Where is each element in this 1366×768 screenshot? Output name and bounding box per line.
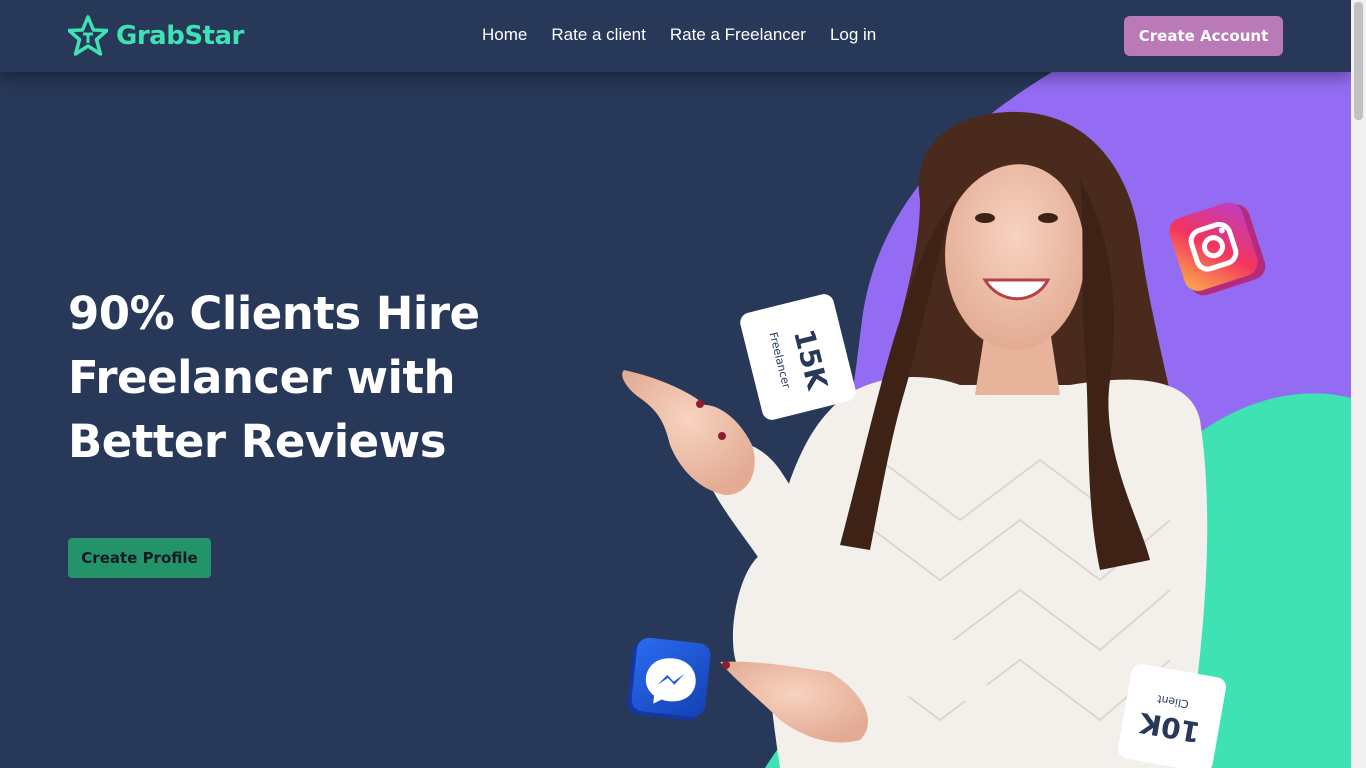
navbar: GrabStar Home Rate a client Rate a Freel… — [0, 0, 1351, 72]
hero-headline: 90% Clients Hire Freelancer with Better … — [68, 282, 588, 474]
create-account-button[interactable]: Create Account — [1124, 16, 1283, 56]
brand-name: GrabStar — [116, 21, 244, 51]
scrollbar-thumb[interactable] — [1354, 2, 1363, 120]
client-card: 10K Client — [1117, 663, 1227, 768]
brand-logo[interactable]: GrabStar — [68, 15, 244, 57]
hero-text: 90% Clients Hire Freelancer with Better … — [68, 282, 588, 474]
nav-link-home[interactable]: Home — [482, 24, 527, 46]
nav-links: Home Rate a client Rate a Freelancer Log… — [482, 24, 900, 46]
messenger-icon — [627, 637, 711, 721]
hero-headline-line-2: Freelancer with — [68, 351, 456, 404]
create-profile-button[interactable]: Create Profile — [68, 538, 211, 578]
nav-link-rate-client[interactable]: Rate a client — [551, 24, 646, 46]
page-scrollbar[interactable] — [1351, 0, 1366, 768]
nav-link-login[interactable]: Log in — [830, 24, 876, 46]
star-icon — [68, 15, 108, 56]
hero-headline-line-3: Better Reviews — [68, 415, 447, 468]
hero-headline-line-1: 90% Clients Hire — [68, 287, 480, 340]
freelancer-card: 15K Freelancer — [740, 294, 856, 420]
nav-link-rate-freelancer[interactable]: Rate a Freelancer — [670, 24, 806, 46]
